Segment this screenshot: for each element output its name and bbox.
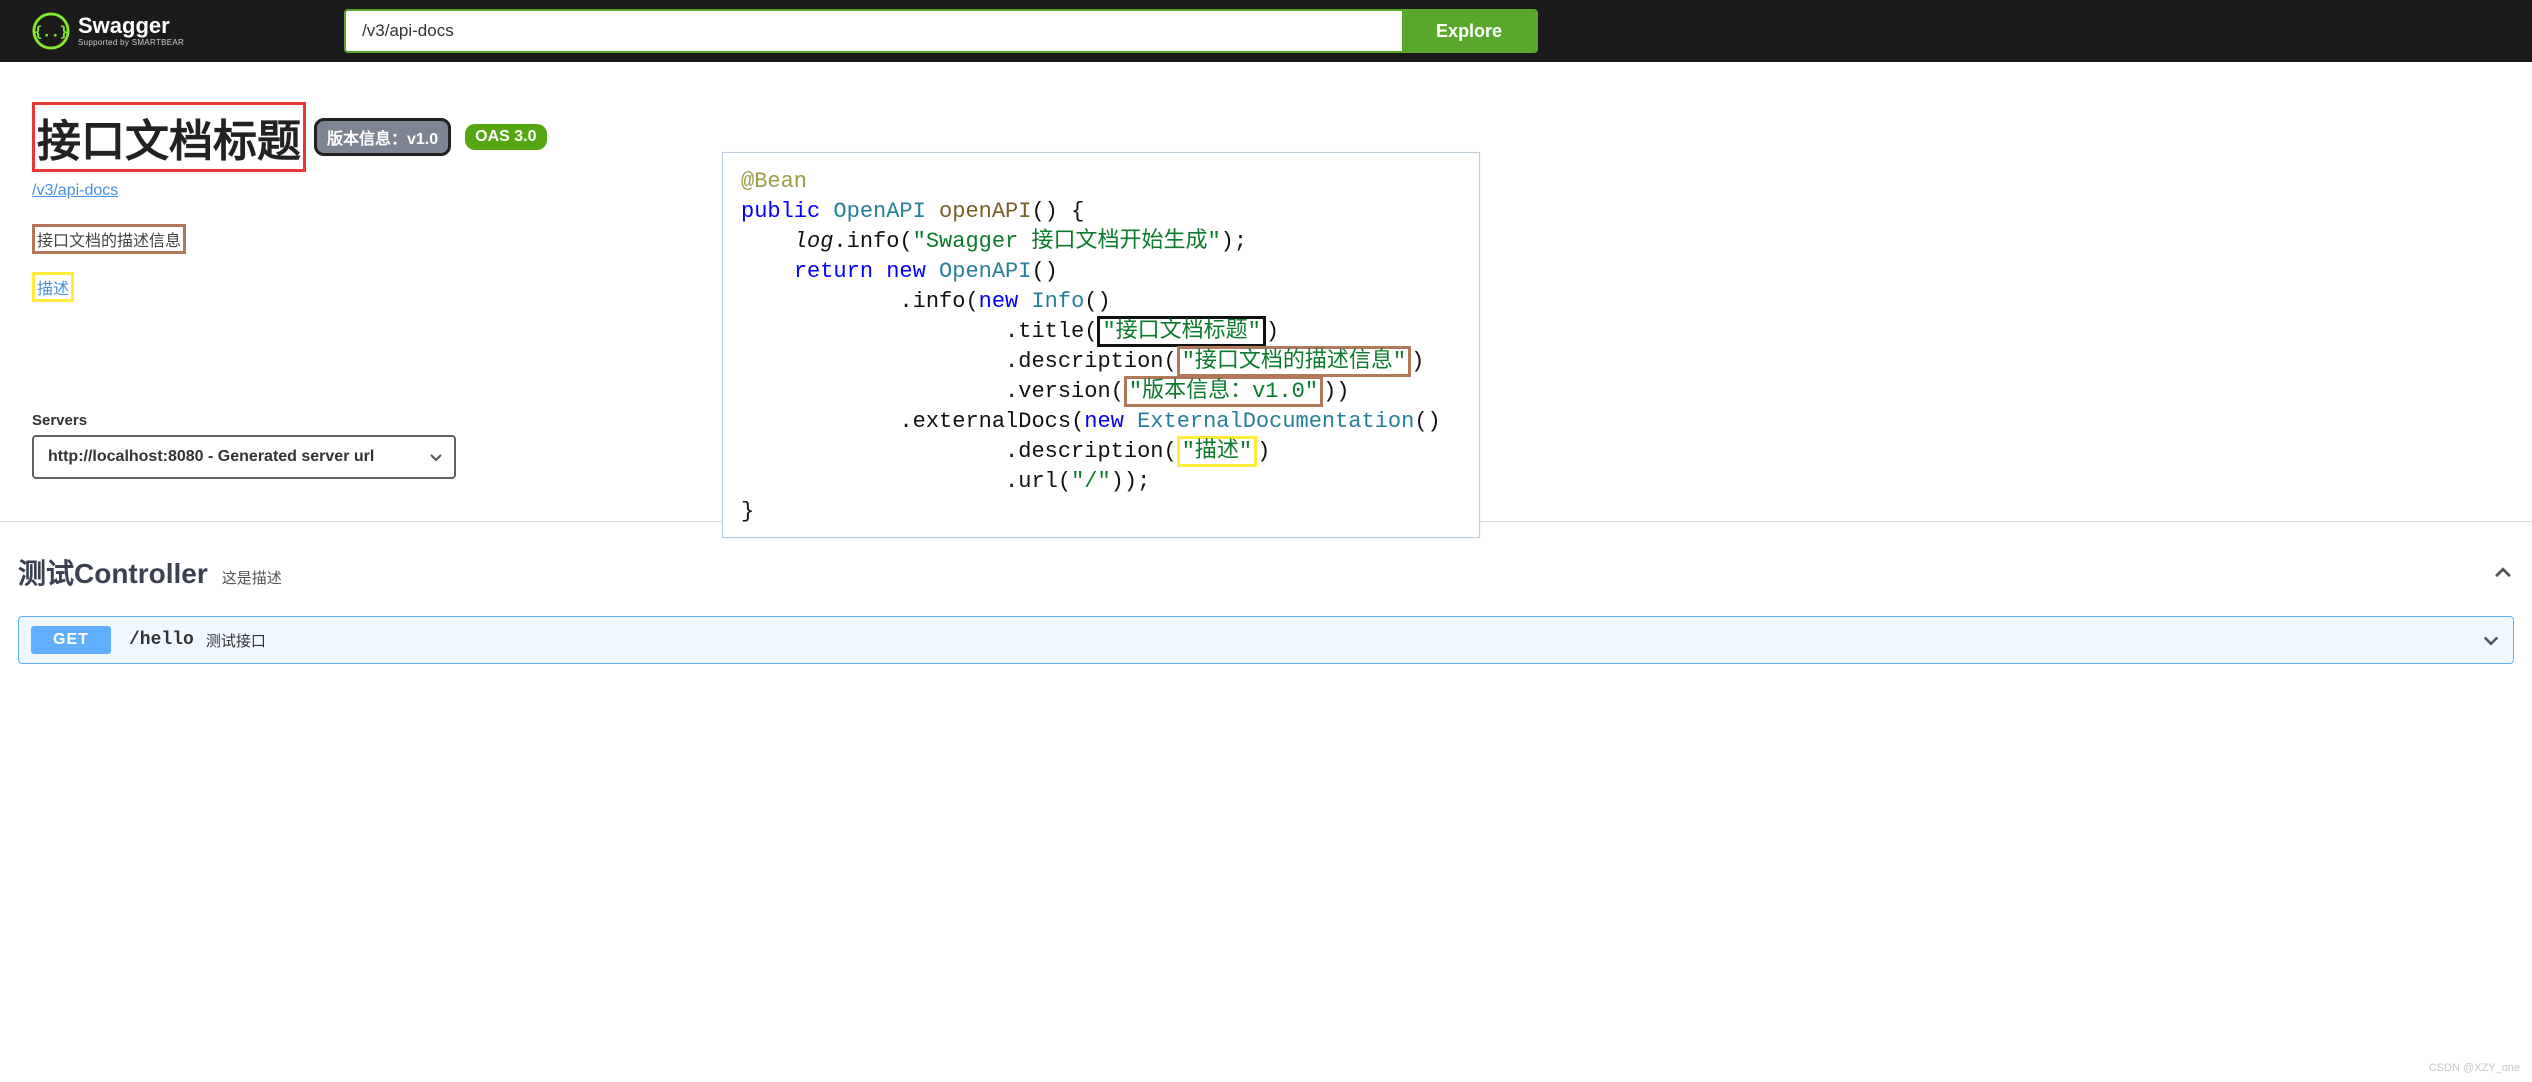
code-desc-m: .description( [1005,349,1177,374]
code-log-str: "Swagger 接口文档开始生成" [913,229,1221,254]
code-type-info: Info [1031,289,1084,314]
servers-select[interactable]: http://localhost:8080 - Generated server… [32,435,456,479]
chevron-down-icon [2481,630,2501,650]
api-docs-link[interactable]: /v3/api-docs [32,182,118,200]
code-ver-m: .version( [1005,379,1124,404]
version-badge: 版本信息：v1.0 [314,118,451,156]
code-annotation: @Bean [741,169,807,194]
code-log-call: .info( [833,229,912,254]
code-kw-new3: new [1084,409,1124,434]
tag-header[interactable]: 测试Controller 这是描述 [18,552,2514,592]
code-type-openapi2: OpenAPI [939,259,1031,284]
code-type-ext: ExternalDocumentation [1137,409,1414,434]
code-ver-str: "版本信息：v1.0" [1129,379,1318,404]
code-snippet-overlay: @Bean public OpenAPI openAPI() { log.inf… [722,152,1480,538]
code-url-m: .url( [1005,469,1071,494]
code-type-openapi: OpenAPI [833,199,925,224]
code-kw-public: public [741,199,820,224]
explore-button[interactable]: Explore [1402,11,1536,51]
topbar: {..} Swagger Supported by SMARTBEAR Expl… [0,0,2532,62]
swagger-logo-icon: {..} [32,12,70,50]
tag-section: 测试Controller 这是描述 GET /hello 测试接口 [0,522,2532,674]
logo: {..} Swagger Supported by SMARTBEAR [32,12,184,50]
tag-name: 测试Controller [18,552,208,592]
oas-badge: OAS 3.0 [465,124,546,150]
watermark: CSDN @XZY_one [2429,1062,2520,1074]
code-kw-return: return [794,259,873,284]
operation-summary: 测试接口 [206,630,266,651]
brand-sub: Supported by SMARTBEAR [78,39,184,47]
chevron-down-icon [428,449,444,465]
code-kw-new: new [886,259,926,284]
code-extdesc-str: "描述" [1182,439,1252,464]
servers-selected: http://localhost:8080 - Generated server… [48,448,374,466]
svg-text:{..}: {..} [34,25,68,41]
external-doc-link[interactable]: 描述 [37,281,69,298]
api-title: 接口文档标题 [37,105,301,169]
operation-block[interactable]: GET /hello 测试接口 [18,616,2514,664]
operation-path: /hello [129,630,194,650]
api-description: 接口文档的描述信息 [32,224,186,254]
chevron-up-icon [2492,561,2514,583]
code-extdesc-m: .description( [1005,439,1177,464]
code-desc-str: "接口文档的描述信息" [1182,349,1406,374]
code-extdocs-m: .externalDocs( [899,409,1084,434]
title-highlight: 接口文档标题 [32,102,306,172]
url-input[interactable] [346,11,1402,51]
external-doc-highlight: 描述 [32,272,74,302]
method-badge-get: GET [31,626,111,654]
code-fn-openapi: openAPI [939,199,1031,224]
brand-main: Swagger [78,15,184,37]
code-var-log: log [794,229,834,254]
code-url-str: "/" [1071,469,1111,494]
code-title-m: .title( [1005,319,1097,344]
brand-text: Swagger Supported by SMARTBEAR [78,15,184,47]
tag-description: 这是描述 [222,567,282,588]
url-bar: Explore [344,9,1538,53]
code-title-str: "接口文档标题" [1102,319,1260,344]
code-kw-new2: new [979,289,1019,314]
